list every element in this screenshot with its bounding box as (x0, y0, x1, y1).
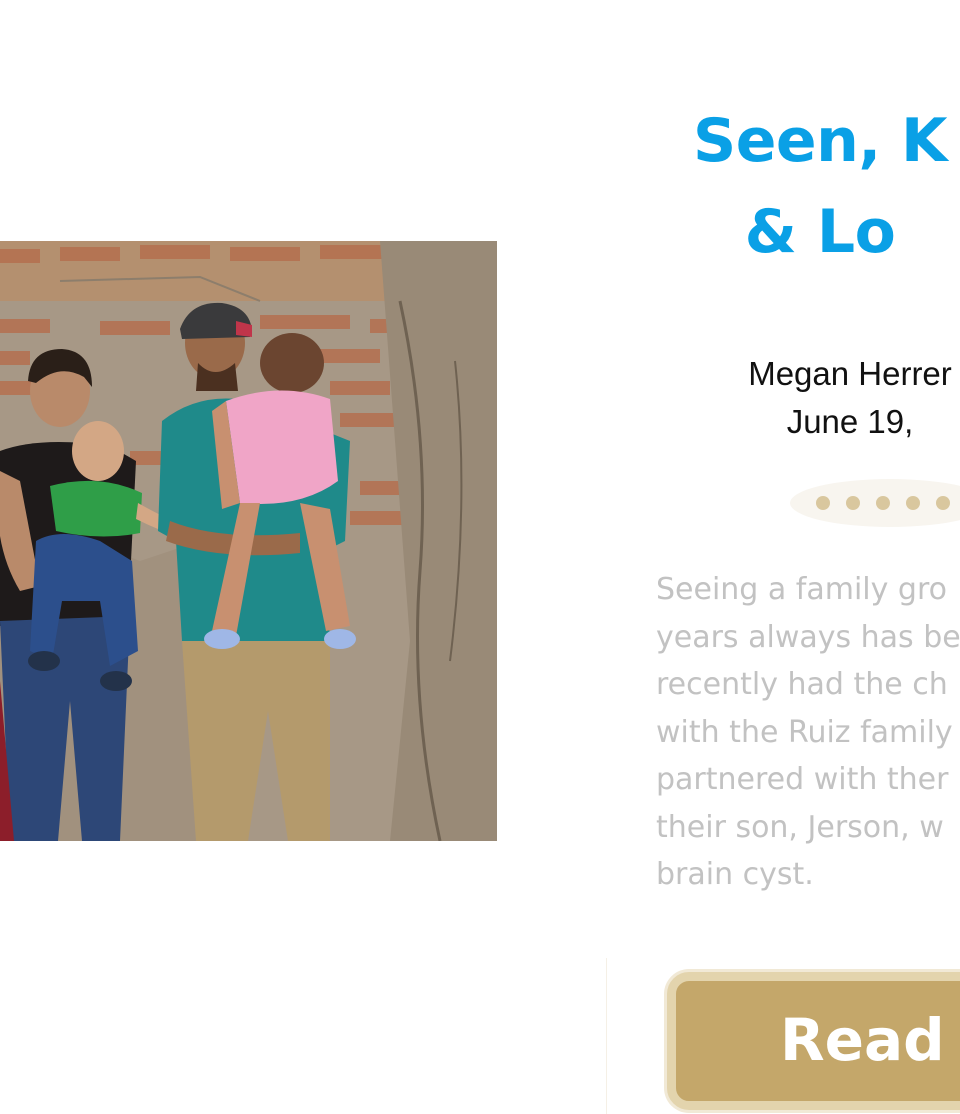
post-excerpt: Seeing a family gro years always has be … (656, 566, 960, 899)
post-title[interactable]: Seen, K & Lo (560, 96, 960, 278)
post-title-line-2[interactable]: & Lo (560, 187, 960, 278)
post-title-line-1[interactable]: Seen, K (560, 96, 960, 187)
family-photo (0, 241, 497, 841)
excerpt-line: recently had the ch (656, 667, 948, 702)
read-more-label: Read I (780, 1006, 960, 1074)
read-more-button[interactable]: Read I (667, 972, 960, 1110)
excerpt-line: years always has be (656, 619, 960, 655)
post-date: June 19, (786, 403, 914, 440)
post-byline: Megan Herrer June 19, (640, 350, 960, 446)
excerpt-line: with the Ruiz family (656, 714, 953, 750)
post-author: Megan Herrer (748, 355, 952, 392)
dotted-divider (790, 478, 960, 528)
excerpt-line: Seeing a family gro (656, 572, 948, 607)
blog-post-card: Seen, K & Lo Megan Herrer June 19, Seein… (0, 0, 960, 1114)
excerpt-line: brain cyst. (656, 857, 814, 892)
read-more-container: Read I (606, 958, 960, 1114)
excerpt-line: partnered with ther (656, 762, 949, 797)
excerpt-line: their son, Jerson, w (656, 809, 944, 845)
